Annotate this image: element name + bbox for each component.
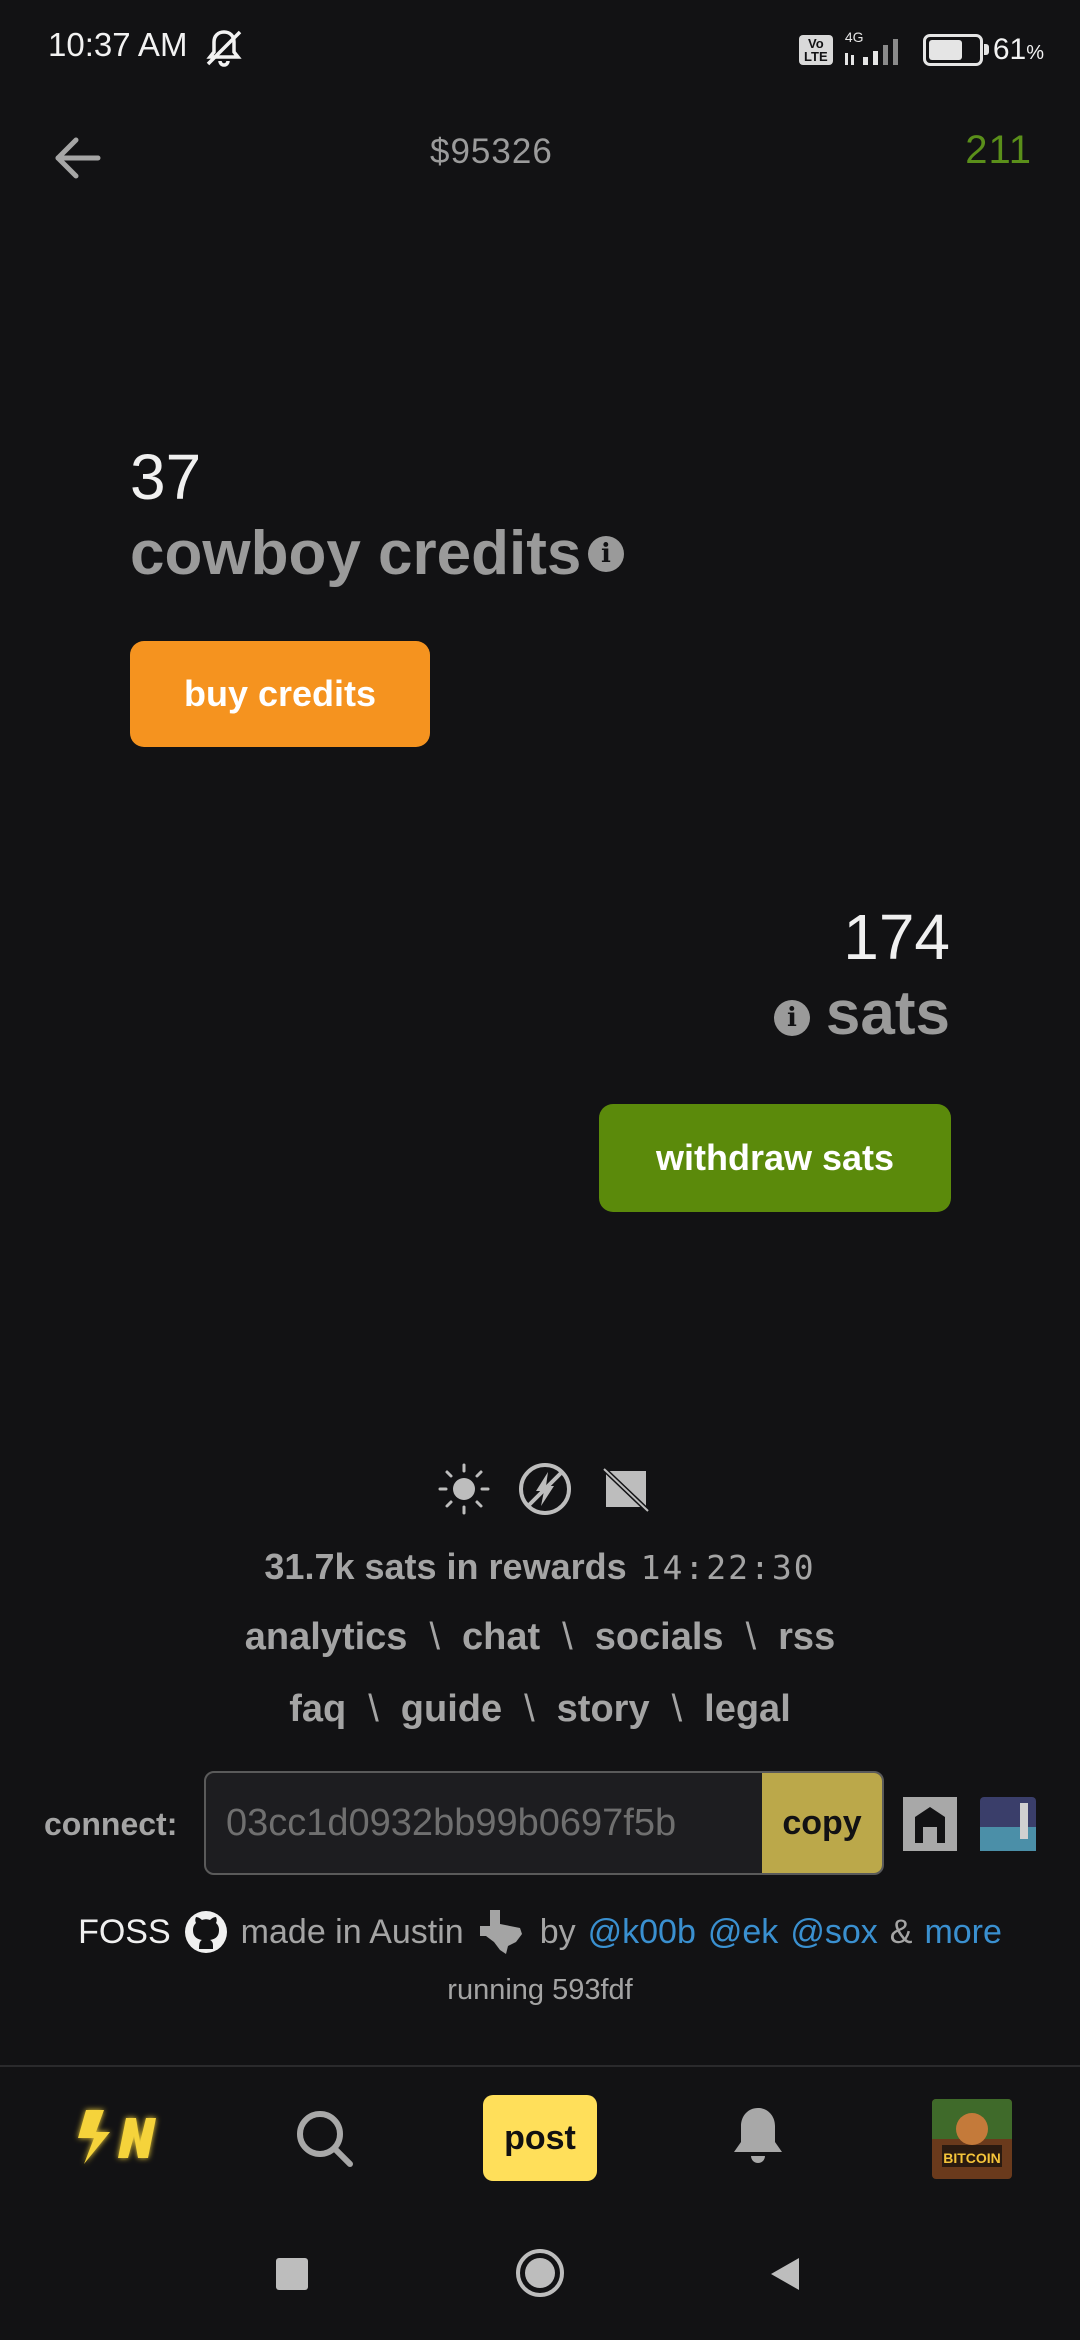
- link-chat[interactable]: chat: [462, 1616, 540, 1658]
- volte-badge: Vo LTE: [798, 35, 833, 65]
- sats-amount: 174: [843, 901, 950, 973]
- credit-line: FOSS made in Austin by @k00b @ek @sox & …: [0, 1906, 1080, 1958]
- more-link[interactable]: more: [924, 1913, 1001, 1952]
- connect-label: connect:: [44, 1806, 178, 1842]
- back-arrow-icon[interactable]: [48, 128, 108, 188]
- mempool-icon[interactable]: [980, 1797, 1036, 1851]
- footer-links-row1: analytics \ chat \ socials \ rss: [0, 1616, 1080, 1659]
- footer-icons: [436, 1460, 654, 1518]
- link-legal[interactable]: legal: [704, 1688, 791, 1730]
- rewards-line[interactable]: 31.7k sats in rewards 14:22:30: [0, 1546, 1080, 1588]
- buy-credits-button[interactable]: buy credits: [130, 641, 430, 747]
- link-faq[interactable]: faq: [289, 1688, 346, 1730]
- link-analytics[interactable]: analytics: [245, 1616, 408, 1658]
- home-icon[interactable]: [514, 2247, 566, 2299]
- bell-slash-icon: [206, 30, 242, 67]
- search-icon[interactable]: [290, 2104, 360, 2174]
- amp-text: &: [889, 1912, 913, 1951]
- post-button[interactable]: post: [483, 2095, 597, 2181]
- footer-links-row2: faq \ guide \ story \ legal: [0, 1688, 1080, 1731]
- connect-node-input[interactable]: 03cc1d0932bb99b0697f5b: [206, 1773, 762, 1873]
- link-story[interactable]: story: [557, 1688, 650, 1730]
- link-rss[interactable]: rss: [778, 1616, 835, 1658]
- avatar-text: BITCOIN: [943, 2150, 1001, 2166]
- running-version[interactable]: running 593fdf: [0, 1974, 1080, 2007]
- link-separator: \: [671, 1688, 683, 1730]
- foss-link[interactable]: FOSS: [78, 1913, 171, 1952]
- texas-icon: [479, 1910, 522, 1954]
- back-triangle-icon[interactable]: [765, 2254, 805, 2294]
- amboss-icon[interactable]: [903, 1797, 957, 1851]
- sn-logo-icon[interactable]: [66, 2098, 166, 2178]
- author-link-k00b[interactable]: @k00b: [588, 1913, 696, 1952]
- recents-icon[interactable]: [276, 2258, 308, 2290]
- status-time: 10:37 AM: [48, 26, 188, 63]
- made-in-text: made in Austin: [240, 1912, 464, 1951]
- battery-percent: 61%: [992, 33, 1044, 66]
- link-guide[interactable]: guide: [401, 1688, 502, 1730]
- github-icon[interactable]: [183, 1909, 229, 1955]
- btc-price[interactable]: $95326: [430, 132, 553, 172]
- lightning-off-icon[interactable]: [516, 1460, 574, 1518]
- link-socials[interactable]: socials: [595, 1616, 724, 1658]
- battery-icon: [922, 34, 989, 66]
- credits-label: cowboy credits: [130, 519, 582, 588]
- user-avatar[interactable]: BITCOIN: [932, 2099, 1012, 2179]
- by-text: by: [539, 1912, 576, 1951]
- copy-button[interactable]: copy: [762, 1773, 882, 1873]
- rewards-timer: 14:22:30: [640, 1548, 816, 1587]
- withdraw-sats-button[interactable]: withdraw sats: [599, 1104, 951, 1212]
- credits-amount: 37: [130, 441, 202, 513]
- author-link-sox[interactable]: @sox: [790, 1913, 877, 1952]
- sun-icon[interactable]: [436, 1461, 492, 1517]
- wallet-balance[interactable]: 211: [965, 128, 1032, 173]
- status-icons: Vo LTE 4G 61%: [798, 22, 1044, 78]
- link-separator: \: [524, 1688, 535, 1730]
- sats-label: sats: [825, 979, 950, 1048]
- signal-icon: 4G: [843, 29, 913, 67]
- connect-field: 03cc1d0932bb99b0697f5b copy: [204, 1771, 884, 1875]
- author-link-ek[interactable]: @ek: [708, 1913, 778, 1952]
- nav-divider: [0, 2065, 1080, 2067]
- bell-icon[interactable]: [730, 2104, 786, 2168]
- link-separator: \: [562, 1616, 573, 1658]
- link-separator: \: [429, 1616, 440, 1658]
- link-separator: \: [368, 1688, 379, 1730]
- link-separator: \: [745, 1616, 757, 1658]
- sats-info-icon[interactable]: i: [774, 1000, 810, 1036]
- rewards-text[interactable]: 31.7k sats in rewards: [264, 1546, 626, 1587]
- credits-info-icon[interactable]: i: [588, 536, 624, 572]
- image-off-icon[interactable]: [598, 1461, 654, 1517]
